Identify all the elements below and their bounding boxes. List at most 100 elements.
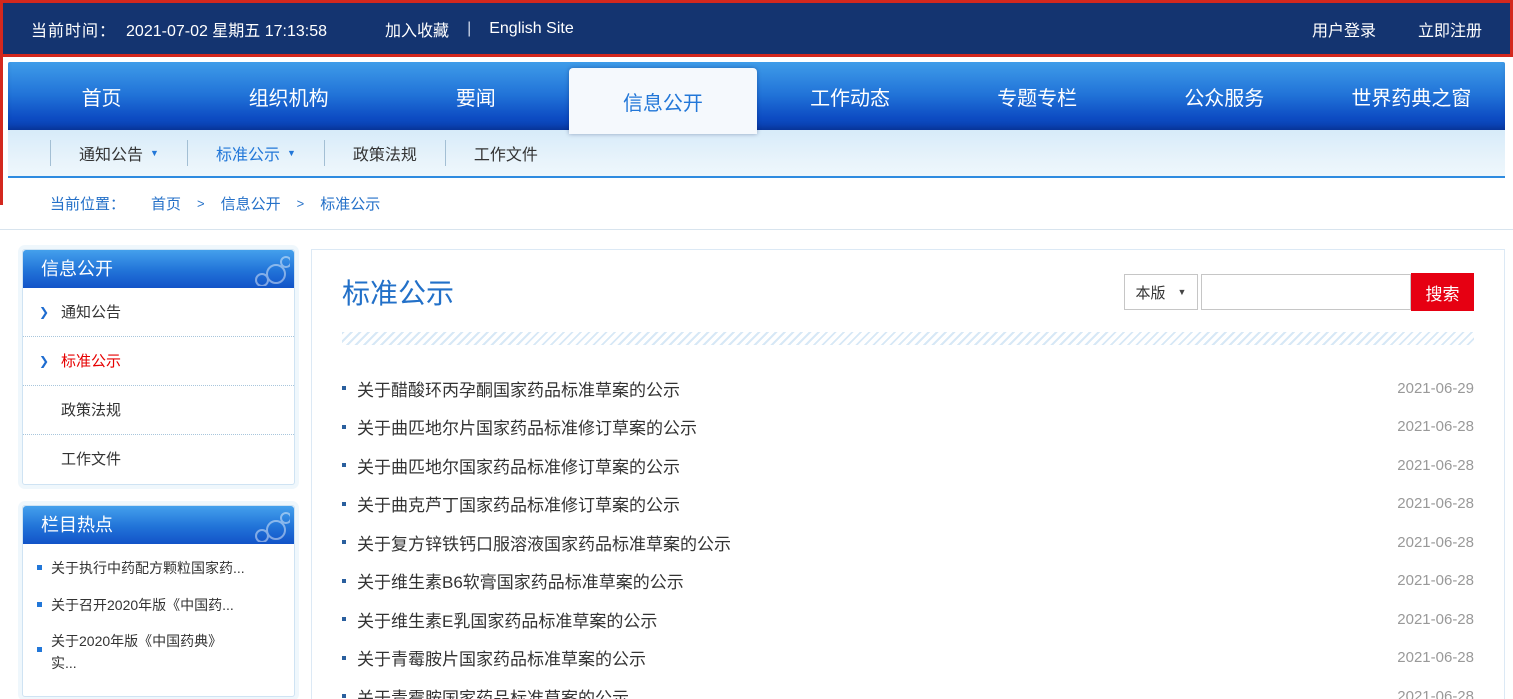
sidebar-section-title: 栏目热点 bbox=[23, 506, 294, 544]
user-login-link[interactable]: 用户登录 bbox=[1312, 17, 1376, 41]
nav-item-organization[interactable]: 组织机构 bbox=[195, 62, 382, 130]
bullet-square-icon bbox=[37, 647, 42, 652]
arrow-right-icon: ❯ bbox=[39, 288, 49, 337]
search-input[interactable] bbox=[1201, 274, 1411, 310]
nav-item-public-service[interactable]: 公众服务 bbox=[1131, 62, 1318, 130]
subnav-label: 标准公示 bbox=[216, 141, 280, 165]
sidebar-section-title: 信息公开 bbox=[23, 250, 294, 288]
sidebar-item-label: 工作文件 bbox=[61, 451, 121, 468]
announcement-date: 2021-06-28 bbox=[1397, 572, 1474, 589]
chevron-down-icon: ▼ bbox=[287, 148, 296, 158]
topbar-divider: | bbox=[467, 20, 471, 38]
list-item: 关于曲克芦丁国家药品标准修订草案的公示 2021-06-28 bbox=[342, 485, 1474, 524]
subnav-label: 通知公告 bbox=[79, 141, 143, 165]
announcement-link[interactable]: 关于复方锌铁钙口服溶液国家药品标准草案的公示 bbox=[357, 530, 1377, 555]
bullet-square-icon bbox=[342, 694, 346, 698]
announcement-date: 2021-06-28 bbox=[1397, 495, 1474, 512]
sub-nav: 通知公告 ▼ 标准公示 ▼ 政策法规 工作文件 bbox=[8, 130, 1505, 178]
register-link[interactable]: 立即注册 bbox=[1418, 17, 1482, 41]
announcement-date: 2021-06-28 bbox=[1397, 534, 1474, 551]
announcement-list: 关于醋酸环丙孕酮国家药品标准草案的公示 2021-06-29 关于曲匹地尔片国家… bbox=[342, 369, 1474, 699]
hot-topic-item[interactable]: 关于召开2020年版《中国药... bbox=[37, 595, 280, 617]
nav-item-info-disclosure[interactable]: 信息公开 bbox=[569, 68, 756, 134]
hot-topic-text: 关于执行中药配方颗粒国家药... bbox=[51, 558, 245, 580]
announcement-date: 2021-06-28 bbox=[1397, 457, 1474, 474]
breadcrumb-standards-publicity[interactable]: 标准公示 bbox=[320, 193, 380, 214]
bullet-square-icon bbox=[342, 656, 346, 660]
bullet-square-icon bbox=[342, 540, 346, 544]
list-item: 关于曲匹地尔片国家药品标准修订草案的公示 2021-06-28 bbox=[342, 408, 1474, 447]
list-item: 关于曲匹地尔国家药品标准修订草案的公示 2021-06-28 bbox=[342, 446, 1474, 485]
nav-item-special-topics[interactable]: 专题专栏 bbox=[944, 62, 1131, 130]
annotation-red-line bbox=[0, 0, 3, 205]
list-item: 关于维生素B6软膏国家药品标准草案的公示 2021-06-28 bbox=[342, 562, 1474, 601]
page-title: 标准公示 bbox=[342, 272, 454, 312]
sidebar-item-label: 通知公告 bbox=[61, 304, 121, 321]
cloud-decoration-icon bbox=[232, 508, 290, 542]
list-item: 关于醋酸环丙孕酮国家药品标准草案的公示 2021-06-29 bbox=[342, 369, 1474, 408]
announcement-date: 2021-06-28 bbox=[1397, 649, 1474, 666]
chevron-down-icon: ▼ bbox=[150, 148, 159, 158]
subnav-label: 工作文件 bbox=[474, 141, 538, 165]
search-scope-select[interactable]: 本版 ▼ bbox=[1124, 274, 1198, 310]
bullet-square-icon bbox=[342, 386, 346, 390]
list-item: 关于青霉胺片国家药品标准草案的公示 2021-06-28 bbox=[342, 639, 1474, 678]
announcement-date: 2021-06-29 bbox=[1397, 380, 1474, 397]
announcement-date: 2021-06-28 bbox=[1397, 418, 1474, 435]
subnav-item-notices[interactable]: 通知公告 ▼ bbox=[50, 140, 187, 166]
sidebar-section-hot-topics: 栏目热点 关于执行中药配方颗粒国家药... 关于召开2020年版《中国药... bbox=[22, 505, 295, 697]
hot-topic-item[interactable]: 关于执行中药配方颗粒国家药... bbox=[37, 558, 280, 580]
chevron-down-icon: ▼ bbox=[1178, 287, 1187, 297]
sidebar-section-title-text: 栏目热点 bbox=[41, 515, 113, 535]
bullet-square-icon bbox=[342, 502, 346, 506]
hot-topic-text: 关于召开2020年版《中国药... bbox=[51, 595, 234, 617]
announcement-link[interactable]: 关于曲克芦丁国家药品标准修订草案的公示 bbox=[357, 491, 1377, 516]
nav-item-news[interactable]: 要闻 bbox=[382, 62, 569, 130]
announcement-link[interactable]: 关于青霉胺片国家药品标准草案的公示 bbox=[357, 645, 1377, 670]
subnav-label: 政策法规 bbox=[353, 141, 417, 165]
content-area: 信息公开 ❯ 通知公告 ❯ 标准公示 政策法规 bbox=[0, 230, 1513, 699]
cloud-decoration-icon bbox=[232, 252, 290, 286]
arrow-right-icon: ❯ bbox=[39, 337, 49, 386]
announcement-link[interactable]: 关于维生素E乳国家药品标准草案的公示 bbox=[357, 607, 1377, 632]
nav-item-world-pharmacopoeia[interactable]: 世界药典之窗 bbox=[1318, 62, 1505, 130]
hatched-divider bbox=[342, 332, 1474, 345]
sidebar-item-policies[interactable]: 政策法规 bbox=[23, 386, 294, 435]
sidebar: 信息公开 ❯ 通知公告 ❯ 标准公示 政策法规 bbox=[22, 249, 295, 699]
subnav-item-policies[interactable]: 政策法规 bbox=[324, 140, 445, 166]
sidebar-item-work-documents[interactable]: 工作文件 bbox=[23, 435, 294, 484]
main-nav: 首页 组织机构 要闻 信息公开 工作动态 专题专栏 公众服务 世界药典之窗 bbox=[8, 62, 1505, 130]
sidebar-section-title-text: 信息公开 bbox=[41, 259, 113, 279]
nav-item-home[interactable]: 首页 bbox=[8, 62, 195, 130]
list-item: 关于维生素E乳国家药品标准草案的公示 2021-06-28 bbox=[342, 600, 1474, 639]
sidebar-item-notices[interactable]: ❯ 通知公告 bbox=[23, 288, 294, 337]
hot-topic-item[interactable]: 关于2020年版《中国药典》实... bbox=[37, 631, 280, 674]
current-time-value: 2021-07-02 星期五 17:13:58 bbox=[126, 17, 327, 41]
announcement-link[interactable]: 关于青霉胺国家药品标准草案的公示 bbox=[357, 684, 1377, 699]
subnav-item-work-documents[interactable]: 工作文件 bbox=[445, 140, 566, 166]
bullet-square-icon bbox=[342, 617, 346, 621]
list-item: 关于青霉胺国家药品标准草案的公示 2021-06-28 bbox=[342, 677, 1474, 699]
search-button[interactable]: 搜索 bbox=[1411, 273, 1474, 311]
search-bar: 本版 ▼ 搜索 bbox=[1124, 273, 1474, 311]
top-utility-bar: 当前时间： 2021-07-02 星期五 17:13:58 加入收藏 | Eng… bbox=[0, 0, 1513, 57]
english-site-link[interactable]: English Site bbox=[489, 20, 574, 38]
breadcrumb-home[interactable]: 首页 bbox=[151, 193, 181, 214]
main-panel: 标准公示 本版 ▼ 搜索 关于醋酸环丙孕酮国家药品标准草案的公示 2021-06… bbox=[311, 249, 1505, 699]
add-favorites-link[interactable]: 加入收藏 bbox=[385, 17, 449, 41]
breadcrumb-separator: > bbox=[197, 196, 205, 211]
announcement-link[interactable]: 关于维生素B6软膏国家药品标准草案的公示 bbox=[357, 568, 1377, 593]
bullet-square-icon bbox=[342, 579, 346, 583]
nav-item-work-updates[interactable]: 工作动态 bbox=[757, 62, 944, 130]
sidebar-item-label: 标准公示 bbox=[61, 353, 121, 370]
announcement-link[interactable]: 关于曲匹地尔国家药品标准修订草案的公示 bbox=[357, 453, 1377, 478]
breadcrumb-separator: > bbox=[297, 196, 305, 211]
announcement-link[interactable]: 关于曲匹地尔片国家药品标准修订草案的公示 bbox=[357, 414, 1377, 439]
hot-topic-text: 关于2020年版《中国药典》实... bbox=[51, 631, 243, 674]
announcement-link[interactable]: 关于醋酸环丙孕酮国家药品标准草案的公示 bbox=[357, 376, 1377, 401]
sidebar-item-label: 政策法规 bbox=[61, 402, 121, 419]
sidebar-item-standards-publicity[interactable]: ❯ 标准公示 bbox=[23, 337, 294, 386]
subnav-item-standards-publicity[interactable]: 标准公示 ▼ bbox=[187, 140, 324, 166]
breadcrumb-info-disclosure[interactable]: 信息公开 bbox=[221, 193, 281, 214]
announcement-date: 2021-06-28 bbox=[1397, 688, 1474, 699]
